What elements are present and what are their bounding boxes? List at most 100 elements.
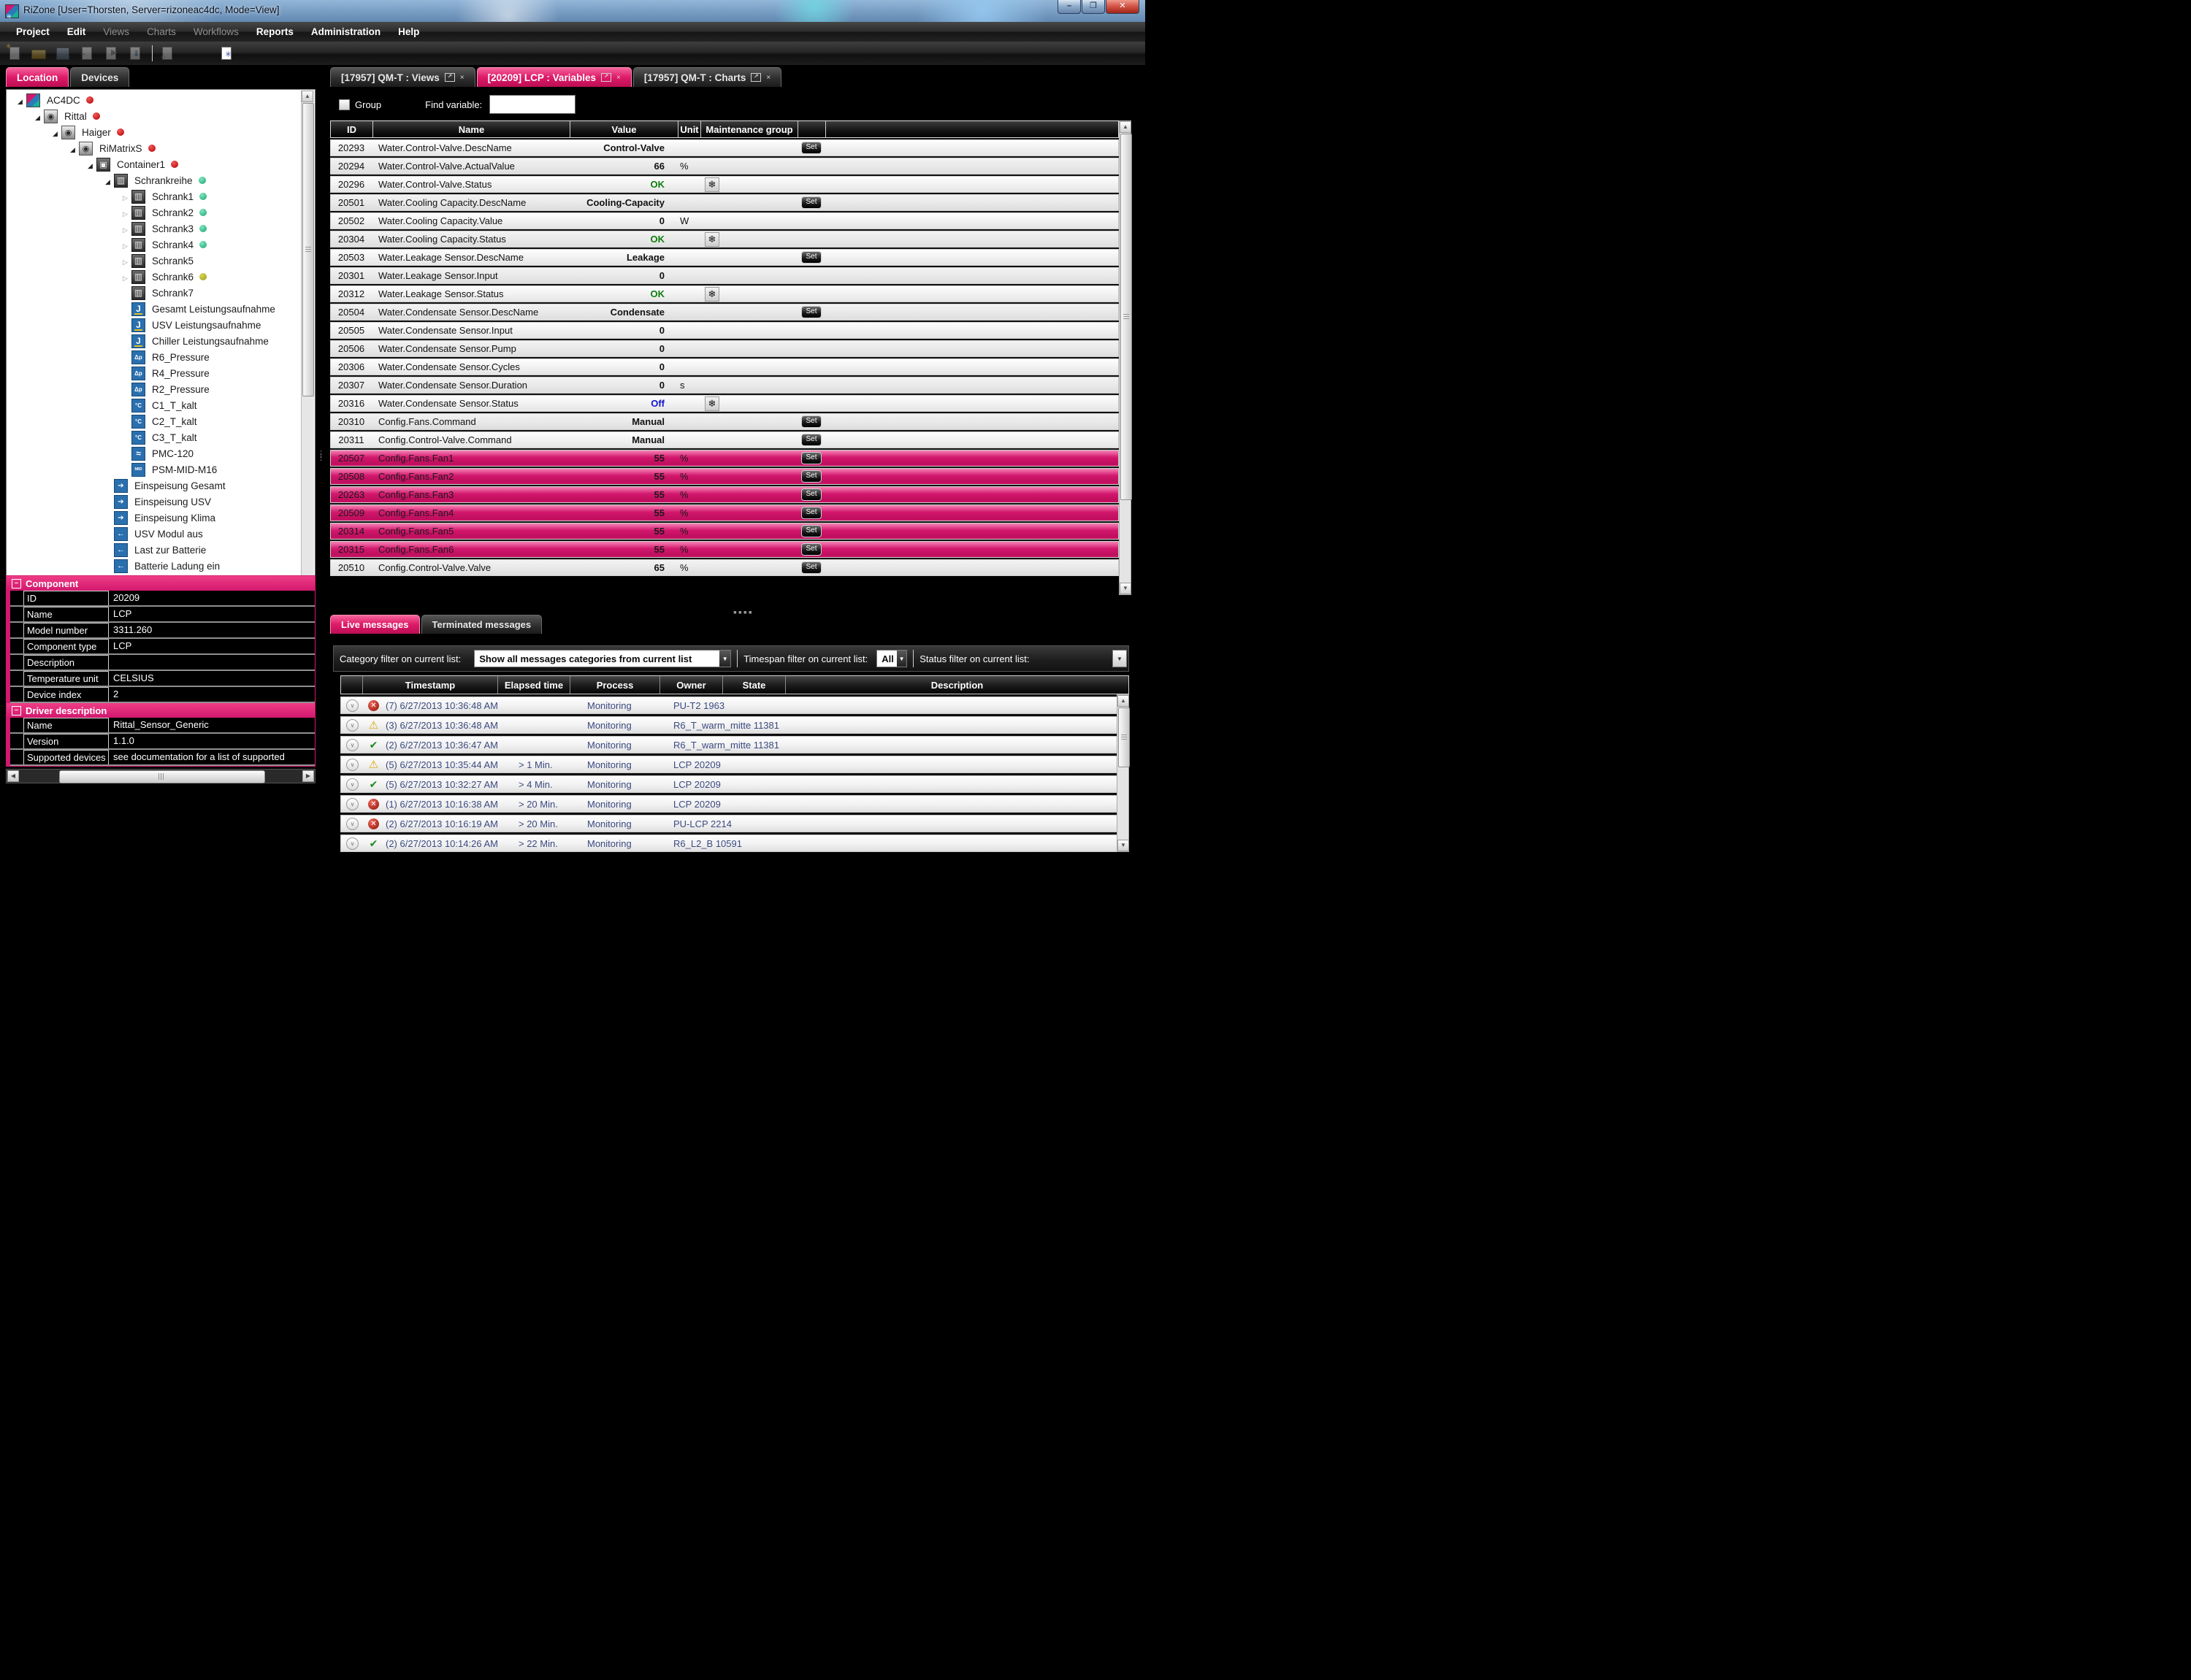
scroll-right-icon[interactable]: ▶: [302, 770, 314, 782]
expand-message-icon[interactable]: ∨: [346, 719, 359, 732]
horizontal-splitter-grip[interactable]: ▪▪▪▪: [733, 606, 754, 618]
menu-administration[interactable]: Administration: [302, 26, 389, 37]
variable-row-20504[interactable]: 20504Water.Condensate Sensor.DescNameCon…: [330, 304, 1119, 321]
col-timestamp[interactable]: Timestamp: [363, 676, 498, 694]
expand-message-icon[interactable]: ∨: [346, 699, 359, 712]
variable-row-20316[interactable]: 20316Water.Condensate Sensor.StatusOff❄: [330, 395, 1119, 412]
set-button[interactable]: Set: [801, 415, 822, 428]
col-value[interactable]: Value: [570, 121, 678, 137]
scroll-down-icon[interactable]: ▼: [1120, 583, 1131, 594]
scroll-up-icon[interactable]: ▲: [1117, 695, 1129, 707]
message-row[interactable]: ∨⚠(5) 6/27/2013 10:35:44 AM> 1 Min.Monit…: [340, 756, 1129, 773]
menu-help[interactable]: Help: [389, 26, 428, 37]
import-icon[interactable]: →: [78, 45, 97, 62]
tree-item-schrank4[interactable]: Schrank4: [7, 237, 302, 253]
variable-row-20507[interactable]: 20507Config.Fans.Fan155%Set: [330, 450, 1119, 467]
variable-row-20312[interactable]: 20312Water.Leakage Sensor.StatusOK❄: [330, 285, 1119, 302]
tree-item-r6-pressure[interactable]: R6_Pressure: [7, 349, 302, 365]
messages-scrollbar-thumb[interactable]: [1118, 707, 1130, 767]
tree-item-gesamt-leistungsaufnahme[interactable]: Gesamt Leistungsaufnahme: [7, 301, 302, 317]
tree-item-last-zur-batterie[interactable]: Last zur Batterie: [7, 542, 302, 558]
side-tab-devices[interactable]: Devices: [70, 67, 129, 87]
tree-item-einspeisung-klima[interactable]: Einspeisung Klima: [7, 510, 302, 526]
set-button[interactable]: Set: [801, 561, 822, 574]
expander-open-icon[interactable]: [49, 127, 61, 138]
tree-item-rimatrixs[interactable]: RiMatrixS: [7, 140, 302, 156]
variable-row-20294[interactable]: 20294Water.Control-Valve.ActualValue66%: [330, 158, 1119, 174]
status-filter-select[interactable]: ▼: [1112, 650, 1127, 667]
expand-message-icon[interactable]: ∨: [346, 818, 359, 830]
variable-row-20314[interactable]: 20314Config.Fans.Fan555%Set: [330, 523, 1119, 540]
popout-icon[interactable]: ↗: [751, 73, 761, 82]
variable-row-20301[interactable]: 20301Water.Leakage Sensor.Input0: [330, 267, 1119, 284]
variable-row-20307[interactable]: 20307Water.Condensate Sensor.Duration0s: [330, 377, 1119, 394]
variable-row-20293[interactable]: 20293Water.Control-Valve.DescNameControl…: [330, 139, 1119, 156]
maximize-icon[interactable]: ❐: [1082, 0, 1105, 14]
workflow-icon[interactable]: ∴: [158, 45, 177, 62]
scroll-up-icon[interactable]: ▲: [302, 91, 313, 102]
message-row[interactable]: ∨⚠(3) 6/27/2013 10:36:48 AMMonitoringR6_…: [340, 716, 1129, 734]
variable-row-20502[interactable]: 20502Water.Cooling Capacity.Value0W: [330, 212, 1119, 229]
message-row[interactable]: ∨✕(7) 6/27/2013 10:36:48 AMMonitoringPU-…: [340, 697, 1129, 714]
new-project-icon[interactable]: ✶: [6, 45, 25, 62]
variable-row-20506[interactable]: 20506Water.Condensate Sensor.Pump0: [330, 340, 1119, 357]
tree-item-schrank1[interactable]: Schrank1: [7, 188, 302, 204]
tree-item-r4-pressure[interactable]: R4_Pressure: [7, 365, 302, 381]
props-horizontal-scrollbar[interactable]: ◀ ▶: [6, 769, 316, 783]
variable-row-20306[interactable]: 20306Water.Condensate Sensor.Cycles0: [330, 358, 1119, 375]
variable-row-20505[interactable]: 20505Water.Condensate Sensor.Input0: [330, 322, 1119, 339]
scroll-down-icon[interactable]: ▼: [1117, 840, 1129, 851]
col-owner[interactable]: Owner: [660, 676, 723, 694]
menu-edit[interactable]: Edit: [58, 26, 95, 37]
close-tab-icon[interactable]: ×: [460, 68, 464, 88]
variable-row-20501[interactable]: 20501Water.Cooling Capacity.DescNameCool…: [330, 194, 1119, 211]
expand-message-icon[interactable]: ∨: [346, 837, 359, 850]
col-maintenance-group[interactable]: Maintenance group: [701, 121, 798, 137]
expander-closed-icon[interactable]: [119, 256, 131, 266]
variables-scrollbar-thumb[interactable]: [1120, 134, 1132, 500]
expander-open-icon[interactable]: [14, 95, 26, 106]
tree-scrollbar[interactable]: ▲ ▼: [301, 91, 314, 626]
variable-row-20315[interactable]: 20315Config.Fans.Fan655%Set: [330, 541, 1119, 558]
doc-tab--17957-qm-t-views[interactable]: [17957] QM-T : Views↗×: [330, 67, 475, 87]
expander-closed-icon[interactable]: [119, 223, 131, 234]
report-settings-icon[interactable]: ✳: [218, 45, 237, 62]
menu-reports[interactable]: Reports: [248, 26, 302, 37]
props-scrollbar-thumb[interactable]: [59, 770, 265, 783]
timespan-filter-select[interactable]: All ▼: [876, 650, 907, 667]
message-row[interactable]: ∨✕(1) 6/27/2013 10:16:38 AM> 20 Min.Moni…: [340, 795, 1129, 813]
col-id[interactable]: ID: [331, 121, 373, 137]
expander-closed-icon[interactable]: [119, 272, 131, 283]
col-elapsed-time[interactable]: Elapsed time: [498, 676, 570, 694]
export-icon[interactable]: ▶: [102, 45, 121, 62]
open-project-icon[interactable]: [30, 45, 49, 62]
tree-item-pmc-120[interactable]: PMC-120: [7, 445, 302, 461]
panel-splitter-grip[interactable]: ⋮⋮: [317, 453, 321, 460]
tree-item-c3-t-kalt[interactable]: C3_T_kalt: [7, 429, 302, 445]
tree-item-r2-pressure[interactable]: R2_Pressure: [7, 381, 302, 397]
close-icon[interactable]: ✕: [1106, 0, 1139, 14]
variable-row-20503[interactable]: 20503Water.Leakage Sensor.DescNameLeakag…: [330, 249, 1119, 266]
message-row[interactable]: ∨✔(2) 6/27/2013 10:14:26 AM> 22 Min.Moni…: [340, 835, 1129, 852]
tree-item-container1[interactable]: Container1: [7, 156, 302, 172]
tree-item-einspeisung-gesamt[interactable]: Einspeisung Gesamt: [7, 477, 302, 494]
close-tab-icon[interactable]: ×: [616, 68, 621, 88]
tree-item-schrank2[interactable]: Schrank2: [7, 204, 302, 220]
expander-open-icon[interactable]: [31, 111, 44, 122]
expand-message-icon[interactable]: ∨: [346, 739, 359, 751]
set-button[interactable]: Set: [801, 452, 822, 464]
tree-item-ac4dc[interactable]: AC4DC: [7, 92, 302, 108]
variable-row-20510[interactable]: 20510Config.Control-Valve.Valve65%Set: [330, 559, 1119, 576]
message-row[interactable]: ∨✔(5) 6/27/2013 10:32:27 AM> 4 Min.Monit…: [340, 775, 1129, 793]
expander-closed-icon[interactable]: [119, 207, 131, 218]
maintenance-snowflake-icon[interactable]: ❄: [705, 232, 719, 247]
variable-row-20509[interactable]: 20509Config.Fans.Fan455%Set: [330, 505, 1119, 521]
col-unit[interactable]: Unit: [678, 121, 701, 137]
messages-scrollbar[interactable]: ▲ ▼: [1117, 694, 1129, 852]
doc-tab--17957-qm-t-charts[interactable]: [17957] QM-T : Charts↗×: [633, 67, 781, 87]
set-button[interactable]: Set: [801, 507, 822, 519]
collapse-icon[interactable]: –: [12, 579, 21, 588]
variables-scrollbar[interactable]: ▲ ▼: [1119, 120, 1131, 595]
set-button[interactable]: Set: [801, 543, 822, 556]
message-row[interactable]: ∨✔(2) 6/27/2013 10:36:47 AMMonitoringR6_…: [340, 736, 1129, 753]
